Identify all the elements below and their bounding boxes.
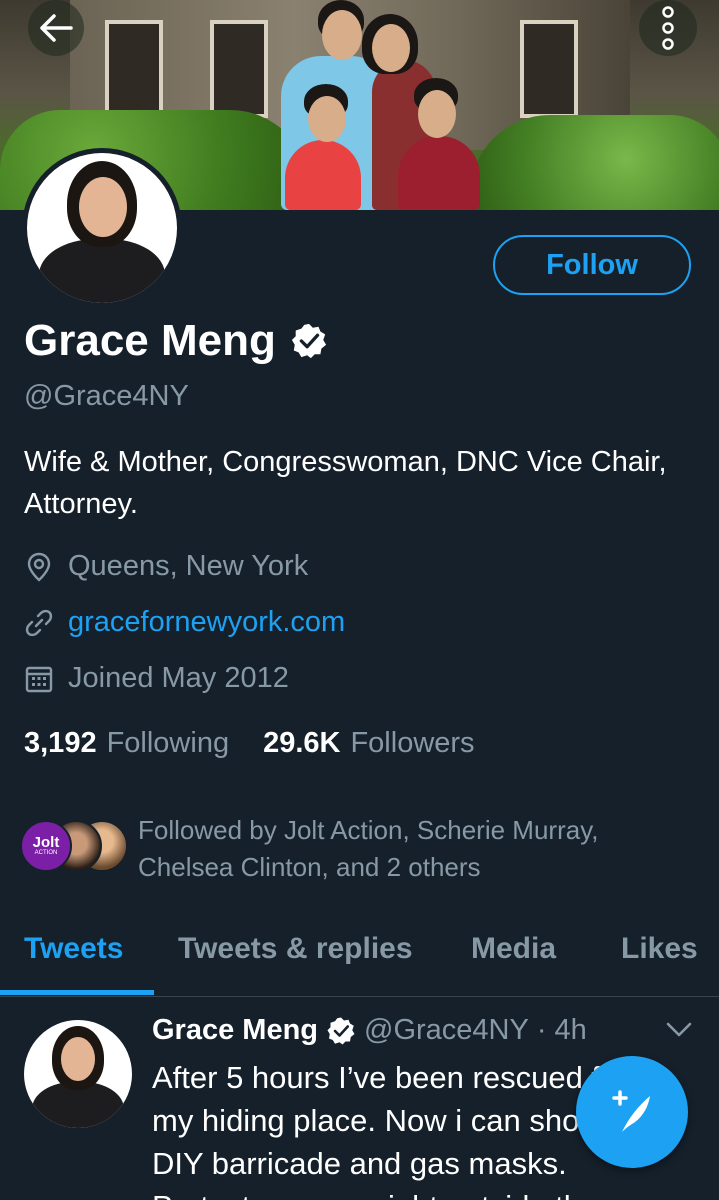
banner-window — [210, 20, 268, 118]
profile-tabs: Tweets Tweets & replies Media Likes — [0, 918, 719, 997]
profile-avatar[interactable] — [22, 148, 182, 308]
profile-handle: @Grace4NY — [24, 380, 189, 412]
followed-by-text: Followed by Jolt Action, Scherie Murray,… — [138, 815, 599, 882]
jolt-action-avatar: Jolt ACTION — [20, 820, 72, 872]
banner-window — [105, 20, 163, 118]
chevron-down-icon — [666, 1022, 692, 1037]
followers-count-link[interactable]: 29.6K Followers — [263, 727, 474, 760]
banner-person-face — [372, 24, 410, 72]
tweet-avatar[interactable] — [24, 1020, 132, 1128]
back-button[interactable] — [28, 0, 84, 56]
tweet-header: Grace Meng @Grace4NY · 4h — [152, 1014, 587, 1047]
location-text: Queens, New York — [68, 550, 309, 582]
tab-media[interactable]: Media — [471, 932, 556, 966]
followers-label: Followers — [350, 727, 475, 759]
followed-by-avatars: Jolt ACTION — [20, 812, 128, 872]
website-row: gracefornewyork.com — [24, 606, 345, 639]
profile-name-row: Grace Meng — [24, 316, 328, 366]
banner-hedge — [470, 115, 719, 210]
following-count: 3,192 — [24, 727, 97, 759]
calendar-icon — [24, 664, 54, 694]
tweet-author-handle[interactable]: @Grace4NY — [364, 1014, 529, 1047]
banner-person-face — [322, 10, 362, 60]
verified-badge-icon — [291, 323, 326, 359]
joined-row: Joined May 2012 — [24, 662, 289, 695]
banner-window — [520, 20, 578, 118]
link-icon — [24, 608, 54, 638]
tab-tweets-replies[interactable]: Tweets & replies — [178, 932, 413, 966]
tab-tweets[interactable]: Tweets — [24, 932, 123, 966]
website-link[interactable]: gracefornewyork.com — [68, 606, 345, 639]
tweet-time: · 4h — [536, 1014, 587, 1046]
banner-person — [285, 140, 361, 210]
banner-person-face — [418, 90, 456, 138]
avatar-image — [27, 153, 177, 303]
tweet-menu-button[interactable] — [666, 1022, 692, 1043]
more-vertical-icon — [662, 6, 674, 50]
location-row: Queens, New York — [24, 550, 308, 583]
avatar-body — [39, 239, 165, 303]
banner-person-face — [308, 96, 346, 142]
compose-tweet-icon — [612, 1090, 650, 1132]
follow-button[interactable]: Follow — [493, 235, 691, 295]
tab-likes[interactable]: Likes — [621, 932, 698, 966]
active-tab-indicator — [0, 990, 154, 995]
profile-bio: Wife & Mother, Congresswoman, DNC Vice C… — [24, 446, 667, 520]
banner-person — [398, 136, 480, 210]
more-options-button[interactable] — [639, 0, 697, 56]
verified-badge-icon — [327, 1017, 355, 1044]
profile-name: Grace Meng — [24, 316, 276, 365]
following-label: Following — [106, 727, 230, 759]
avatar-face — [79, 177, 127, 237]
joined-text: Joined May 2012 — [68, 662, 289, 694]
avatar-face — [61, 1037, 95, 1081]
followed-by-row[interactable]: Jolt ACTION Followed by Jolt Action, Sch… — [20, 812, 678, 886]
arrow-left-icon — [40, 14, 73, 42]
follow-counts: 3,192 Following 29.6K Followers — [24, 727, 475, 760]
location-pin-icon — [24, 552, 54, 582]
jolt-logo-subtext: ACTION — [34, 850, 58, 856]
following-count-link[interactable]: 3,192 Following — [24, 727, 229, 760]
jolt-logo-text: Jolt — [32, 834, 60, 851]
compose-tweet-button[interactable] — [576, 1056, 688, 1168]
followers-count: 29.6K — [263, 727, 341, 759]
tweet-author-name[interactable]: Grace Meng — [152, 1014, 318, 1047]
